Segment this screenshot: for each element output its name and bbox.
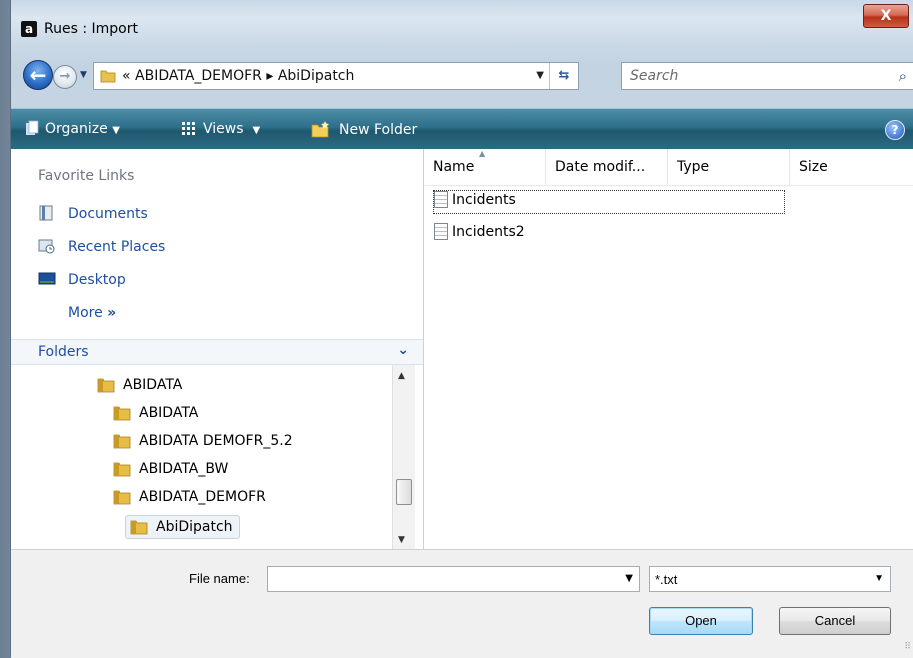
more-label: More: [68, 305, 103, 321]
navigation-bar: ← → ▼ « ABIDATA_DEMOFR ▸ AbiDipatch ▼ ⇆ …: [11, 58, 913, 94]
organize-label: Organize: [45, 121, 108, 137]
column-name[interactable]: ▲ Name: [424, 149, 546, 185]
address-bar[interactable]: « ABIDATA_DEMOFR ▸ AbiDipatch ▼ ⇆: [93, 62, 579, 90]
new-folder-icon: [311, 121, 329, 138]
tree-item[interactable]: ABIDATA: [113, 403, 198, 427]
scroll-thumb[interactable]: [396, 479, 412, 505]
title-bar[interactable]: a Rues : Import X: [11, 0, 913, 44]
folder-icon: [113, 406, 131, 421]
app-icon: a: [21, 21, 37, 37]
file-name-combobox[interactable]: ▼: [267, 566, 640, 592]
search-icon[interactable]: ⌕: [899, 67, 907, 85]
file-name-input[interactable]: [272, 570, 602, 588]
file-name-label: File name:: [189, 571, 250, 586]
views-label: Views: [203, 121, 244, 137]
folder-tree: ABIDATA ABIDATA ABIDATA DEMOFR_5.2 ABIDA…: [11, 365, 401, 549]
text-file-icon: [434, 223, 448, 240]
more-links-button[interactable]: More »: [68, 305, 116, 321]
folder-icon: [97, 378, 115, 393]
column-label: Type: [677, 159, 710, 175]
folder-icon: [130, 520, 148, 535]
column-date-modified[interactable]: Date modif...: [546, 149, 668, 185]
navigation-pane: Favorite Links Documents Recent Places D…: [11, 149, 424, 549]
tree-item[interactable]: ABIDATA: [97, 375, 182, 399]
tree-item-label: AbiDipatch: [156, 519, 233, 535]
column-label: Date modif...: [555, 159, 646, 175]
scroll-up-icon[interactable]: ▲: [398, 371, 405, 381]
file-item[interactable]: Incidents2: [434, 223, 525, 245]
folder-icon: [113, 434, 131, 449]
address-dropdown-icon[interactable]: ▼: [536, 70, 544, 81]
file-type-filter[interactable]: *.txt ▼: [649, 566, 891, 592]
double-chevron-icon: »: [107, 305, 117, 321]
open-button[interactable]: Open: [649, 607, 753, 635]
search-box[interactable]: ⌕: [621, 62, 913, 90]
command-toolbar: Organize ▼ Views ▼ New Folder ?: [11, 108, 913, 149]
tree-item-label: ABIDATA: [139, 405, 199, 421]
back-button[interactable]: ←: [23, 60, 53, 90]
file-name: Incidents: [452, 192, 516, 208]
file-type-value: *.txt: [655, 572, 678, 587]
file-item[interactable]: Incidents: [433, 190, 785, 214]
sidebar-item-recent-places[interactable]: Recent Places: [38, 238, 165, 255]
organize-icon: [26, 120, 39, 135]
dialog-window: a Rues : Import X ← → ▼ « ABIDATA_DEMOFR…: [10, 0, 913, 658]
close-button[interactable]: X: [863, 4, 909, 28]
folder-icon: [113, 490, 131, 505]
recent-pages-dropdown-icon[interactable]: ▼: [80, 70, 87, 80]
search-input[interactable]: [630, 67, 870, 85]
tree-item-label: ABIDATA_DEMOFR: [139, 489, 266, 505]
file-list: ▲ Name Date modif... Type Size Incidents…: [424, 149, 913, 549]
resize-grip-icon[interactable]: ⠿: [904, 642, 911, 652]
sort-ascending-icon: ▲: [479, 149, 486, 158]
desktop-icon: [38, 272, 56, 285]
documents-icon: [39, 205, 53, 221]
column-label: Size: [799, 159, 828, 175]
scroll-down-icon[interactable]: ▼: [398, 535, 405, 545]
folders-heading: Folders: [38, 344, 89, 360]
tree-item[interactable]: ABIDATA_BW: [113, 459, 228, 483]
folder-tree-scrollbar[interactable]: ▲ ▼: [392, 365, 415, 549]
folder-icon: [100, 70, 116, 83]
tree-item[interactable]: ABIDATA_DEMOFR: [113, 487, 266, 511]
chevron-down-icon: ▼: [252, 125, 261, 136]
sidebar-item-label: Desktop: [68, 272, 126, 288]
forward-button[interactable]: →: [53, 65, 77, 89]
cancel-button[interactable]: Cancel: [779, 607, 891, 635]
tree-item-label: ABIDATA_BW: [139, 461, 229, 477]
column-type[interactable]: Type: [668, 149, 790, 185]
tree-item-label: ABIDATA: [123, 377, 183, 393]
help-icon[interactable]: ?: [885, 120, 905, 140]
chevron-down-icon[interactable]: ▼: [874, 573, 884, 584]
folders-header[interactable]: Folders ⌄: [11, 339, 423, 365]
new-folder-button[interactable]: New Folder: [311, 120, 417, 138]
new-folder-label: New Folder: [339, 122, 418, 138]
recent-places-icon: [38, 239, 55, 254]
tree-item-label: ABIDATA DEMOFR_5.2: [139, 433, 293, 449]
views-menu[interactable]: Views ▼: [181, 120, 260, 137]
views-icon: [182, 122, 195, 135]
folder-icon: [113, 462, 131, 477]
text-file-icon: [434, 191, 448, 208]
column-size[interactable]: Size: [790, 149, 913, 185]
refresh-icon[interactable]: ⇆: [549, 63, 578, 89]
organize-menu[interactable]: Organize ▼: [25, 120, 120, 137]
sidebar-item-label: Recent Places: [68, 239, 166, 255]
chevron-down-icon[interactable]: ▼: [625, 573, 633, 584]
chevron-down-icon[interactable]: ⌄: [397, 342, 409, 358]
favorite-links-heading: Favorite Links: [38, 168, 135, 184]
chevron-down-icon: ▼: [112, 125, 120, 136]
column-label: Name: [433, 159, 475, 175]
breadcrumb[interactable]: « ABIDATA_DEMOFR ▸ AbiDipatch: [122, 68, 354, 84]
sidebar-item-desktop[interactable]: Desktop: [38, 271, 126, 288]
tree-item-selected[interactable]: AbiDipatch: [125, 515, 240, 539]
window-title: Rues : Import: [44, 21, 138, 37]
sidebar-item-documents[interactable]: Documents: [38, 205, 148, 222]
sidebar-item-label: Documents: [68, 206, 148, 222]
dialog-footer: File name: ▼ *.txt ▼ Open Cancel ⠿: [11, 549, 913, 658]
file-name: Incidents2: [452, 224, 525, 240]
tree-item[interactable]: ABIDATA DEMOFR_5.2: [113, 431, 293, 455]
column-headers: ▲ Name Date modif... Type Size: [424, 149, 913, 186]
